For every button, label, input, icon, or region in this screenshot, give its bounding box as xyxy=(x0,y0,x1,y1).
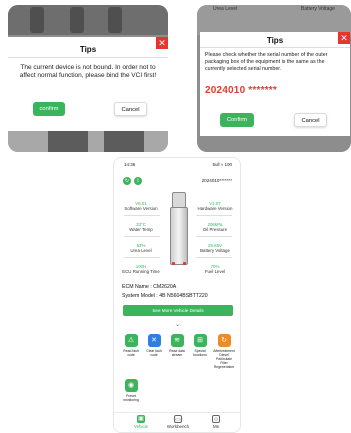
device-serial[interactable]: 2024010******* xyxy=(202,178,232,183)
confirm-button[interactable]: confirm xyxy=(33,102,65,116)
function-label: Clear fault code xyxy=(146,349,162,357)
background-slot xyxy=(108,7,122,33)
divider xyxy=(196,215,232,216)
refresh-icon[interactable]: ↻ xyxy=(123,177,131,185)
metric-label: Water Temp xyxy=(129,227,153,232)
vehicle-home-screen: 14:36 5ull ≈ 100 ↻ ᛒ 2024010******* V6.0… xyxy=(113,157,241,433)
workbench-icon: ▭ xyxy=(174,415,182,423)
divider xyxy=(8,57,168,58)
status-bar: 14:36 5ull ≈ 100 xyxy=(114,158,240,170)
read-fault-code-icon: ⚠ xyxy=(124,334,138,347)
bottom-tab-bar: ▣ Vehicle ▭ Workbench ☺ Me xyxy=(114,412,240,432)
function-label: Read fault code xyxy=(123,349,139,357)
tips-dialog-serial: Tips ✕ Please check whether the serial n… xyxy=(200,32,350,136)
divider xyxy=(124,215,160,216)
device-cap xyxy=(172,192,186,208)
metric-software-version: V6.01 Software Version xyxy=(121,201,161,211)
metric-water-temp: 33°C Water Temp xyxy=(121,222,161,232)
unbound-device-screenshot: Tips ✕ The current device is not bound. … xyxy=(8,5,168,152)
metric-hardware-version: V1.07 Hardware Version xyxy=(195,201,235,211)
close-icon[interactable]: ✕ xyxy=(156,37,168,49)
chevron-down-icon[interactable]: ⌄ xyxy=(175,321,180,328)
cancel-button[interactable]: Cancel xyxy=(114,102,147,116)
tab-vehicle[interactable]: ▣ Vehicle xyxy=(126,415,156,429)
system-model: System Model : 4B N5604BSBTT220 xyxy=(122,293,208,299)
status-icons: 5ull ≈ 100 xyxy=(212,162,232,167)
background-slot xyxy=(70,7,84,33)
function-clear-fault-code[interactable]: ✕ Clear fault code xyxy=(143,334,165,357)
metric-fuel-level: 70% Fuel Level xyxy=(195,264,235,274)
divider xyxy=(124,257,160,258)
metric-battery-voltage: 25.65V Battery Voltage xyxy=(195,243,235,253)
function-special-functions[interactable]: ⊞ Special functions xyxy=(189,334,211,357)
background-metrics: Urea Level Battery Voltage xyxy=(197,5,351,35)
tab-workbench[interactable]: ▭ Workbench xyxy=(163,415,193,429)
device-body xyxy=(170,207,188,265)
tips-dialog-unbound: Tips ✕ The current device is not bound. … xyxy=(8,37,168,131)
function-label: Read data stream xyxy=(169,349,185,357)
read-data-stream-icon: ≋ xyxy=(170,334,184,347)
device-led xyxy=(172,262,175,265)
background-slot xyxy=(30,7,44,33)
metric-label: Urea Level xyxy=(130,248,152,253)
vehicle-icon: ▣ xyxy=(137,415,145,423)
vci-device-image xyxy=(170,192,188,270)
see-more-vehicle-details-button[interactable]: See More Vehicle Details xyxy=(123,305,233,316)
metric-label: Hardware Version xyxy=(197,206,233,211)
dialog-title: Tips xyxy=(266,36,284,45)
dialog-title: Tips xyxy=(79,45,97,54)
metric-label: Battery Voltage xyxy=(200,248,230,253)
divider xyxy=(196,257,232,258)
background-label: Battery Voltage xyxy=(301,6,335,12)
preset-monitoring-icon: ◉ xyxy=(124,379,138,392)
metric-label: Oil Pressure xyxy=(202,227,228,232)
me-icon: ☺ xyxy=(212,415,220,423)
serial-number: 2024010 ******* xyxy=(205,85,277,96)
background-device-top xyxy=(8,5,168,35)
metric-label: ECU Running Time xyxy=(122,269,160,274)
status-time: 14:36 xyxy=(124,162,136,167)
background-pillar xyxy=(48,130,88,152)
tab-me[interactable]: ☺ Me xyxy=(201,415,231,429)
close-icon[interactable]: ✕ xyxy=(338,32,350,44)
dialog-message: Please check whether the serial number o… xyxy=(205,52,328,72)
device-led xyxy=(183,262,186,265)
special-functions-icon: ⊞ xyxy=(193,334,207,347)
metric-label: Fuel Level xyxy=(204,269,226,274)
function-preset-monitoring[interactable]: ◉ Preset monitoring xyxy=(120,379,142,402)
metric-label: Software Version xyxy=(124,206,158,211)
function-aftertreatment-regeneration[interactable]: ↻ Aftertreatment Diesel Particulate Filt… xyxy=(212,334,236,369)
function-label: Aftertreatment Diesel Particulate Filter… xyxy=(213,349,235,369)
serial-check-screenshot: Urea Level Battery Voltage Tips ✕ Please… xyxy=(197,5,351,152)
metric-ecu-running-time: 100H ECU Running Time xyxy=(121,264,161,274)
tab-label: Me xyxy=(212,424,220,429)
function-read-fault-code[interactable]: ⚠ Read fault code xyxy=(120,334,142,357)
bluetooth-icon[interactable]: ᛒ xyxy=(134,177,142,185)
divider xyxy=(196,236,232,237)
clear-fault-code-icon: ✕ xyxy=(147,334,161,347)
function-label: Preset monitoring xyxy=(123,394,139,402)
aftertreatment-icon: ↻ xyxy=(217,334,231,347)
metric-oil-pressure: 206kPa Oil Pressure xyxy=(195,222,235,232)
metric-urea-level: 53% Urea Level xyxy=(121,243,161,253)
function-label: Special functions xyxy=(193,349,207,357)
tab-label: Workbench xyxy=(166,424,190,429)
background-device-bottom xyxy=(8,130,168,152)
dialog-message: The current device is not bound. In orde… xyxy=(19,64,157,79)
divider xyxy=(124,236,160,237)
background-label: Urea Level xyxy=(213,6,238,12)
tab-label: Vehicle xyxy=(133,424,149,429)
cancel-button[interactable]: Cancel xyxy=(294,113,327,127)
divider xyxy=(200,47,350,48)
function-read-data-stream[interactable]: ≋ Read data stream xyxy=(166,334,188,357)
ecm-name: ECM Name : CM2620A xyxy=(122,284,177,290)
confirm-button[interactable]: Confirm xyxy=(220,113,254,127)
background-pillar xyxy=(104,130,144,152)
